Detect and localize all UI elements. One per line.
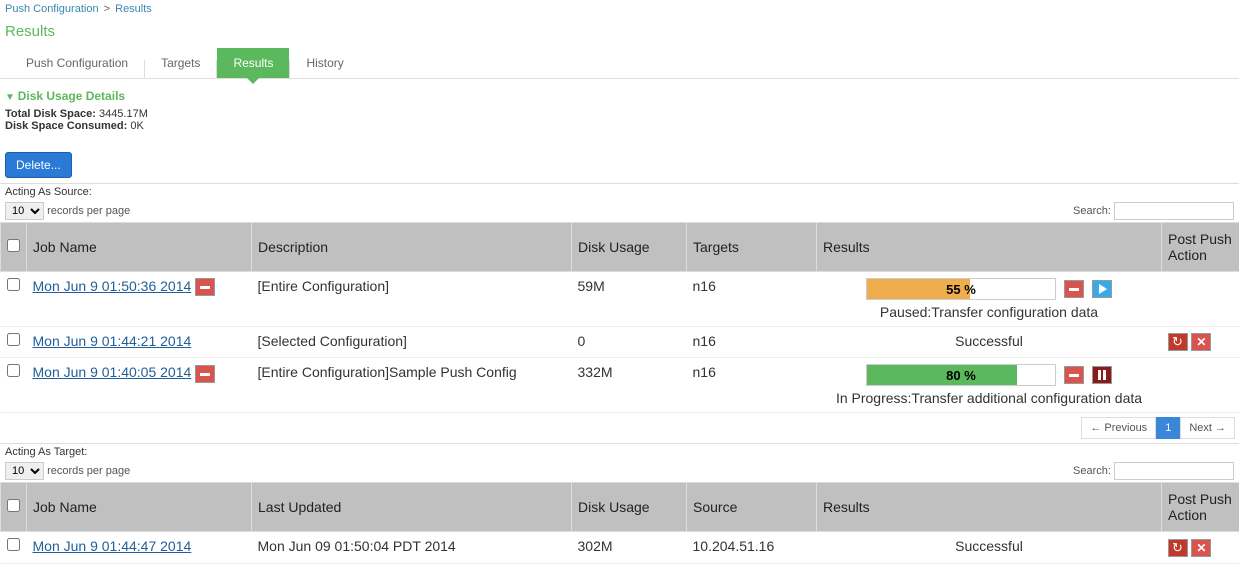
tabs: Push Configuration Targets Results Histo… — [0, 48, 1239, 79]
row-source: 10.204.51.16 — [687, 532, 817, 563]
progress-bar: 80 % — [866, 364, 1056, 386]
job-link[interactable]: Mon Jun 9 01:40:05 2014 — [33, 364, 192, 380]
refresh-icon[interactable] — [1168, 333, 1188, 351]
breadcrumb-sep: > — [104, 3, 110, 15]
table-row: Mon Jun 9 01:44:21 2014 [Selected Config… — [1, 327, 1239, 358]
row-disk-usage: 59M — [572, 272, 687, 327]
next-button[interactable]: Next → — [1180, 417, 1235, 439]
source-title: Acting As Source: — [0, 183, 1239, 200]
table-row: Mon Jun 9 01:40:05 2014 [Entire Configur… — [1, 358, 1239, 413]
progress-percent: 55 % — [867, 279, 1055, 299]
col-source[interactable]: Source — [687, 483, 817, 532]
col-results[interactable]: Results — [817, 483, 1162, 532]
progress-percent: 80 % — [867, 365, 1055, 385]
row-targets: n16 — [687, 358, 817, 413]
total-disk-label: Total Disk Space: — [5, 108, 96, 120]
col-description[interactable]: Description — [252, 223, 572, 272]
target-records-select[interactable]: 10 — [5, 462, 44, 480]
row-disk-usage: 0 — [572, 327, 687, 358]
disk-info: Total Disk Space: 3445.17M Disk Space Co… — [5, 103, 1234, 137]
row-description: [Entire Configuration] — [252, 272, 572, 327]
close-icon[interactable] — [1191, 333, 1211, 351]
consumed-disk-label: Disk Space Consumed: — [5, 120, 127, 132]
row-checkbox[interactable] — [7, 538, 20, 551]
close-icon[interactable] — [1191, 539, 1211, 557]
col-targets[interactable]: Targets — [687, 223, 817, 272]
row-description: [Entire Configuration]Sample Push Config — [252, 358, 572, 413]
col-job-name[interactable]: Job Name — [27, 223, 252, 272]
col-post-push-action[interactable]: Post Push Action — [1162, 223, 1239, 272]
table-row: Mon Jun 9 01:44:47 2014 Mon Jun 09 01:50… — [1, 532, 1239, 563]
breadcrumb: Push Configuration > Results — [0, 0, 1239, 18]
progress-status: Paused:Transfer configuration data — [823, 300, 1156, 320]
col-disk-usage[interactable]: Disk Usage — [572, 223, 687, 272]
refresh-icon[interactable] — [1168, 539, 1188, 557]
consumed-disk-value: 0K — [130, 120, 143, 132]
row-checkbox[interactable] — [7, 333, 20, 346]
source-search-label: Search: — [1073, 205, 1111, 217]
page-1[interactable]: 1 — [1156, 417, 1180, 439]
col-disk-usage[interactable]: Disk Usage — [572, 483, 687, 532]
col-results[interactable]: Results — [817, 223, 1162, 272]
source-select-all[interactable] — [7, 239, 20, 252]
row-result: Successful — [817, 532, 1162, 563]
stop-icon[interactable] — [195, 278, 215, 296]
progress-status: In Progress:Transfer additional configur… — [823, 386, 1156, 406]
play-icon[interactable] — [1092, 280, 1112, 298]
delete-button[interactable]: Delete... — [5, 152, 72, 178]
row-disk-usage: 302M — [572, 532, 687, 563]
source-records-select[interactable]: 10 — [5, 202, 44, 220]
stop-icon[interactable] — [195, 365, 215, 383]
target-search-input[interactable] — [1114, 462, 1234, 480]
target-select-all[interactable] — [7, 499, 20, 512]
row-description: [Selected Configuration] — [252, 327, 572, 358]
table-row: Mon Jun 9 01:50:36 2014 [Entire Configur… — [1, 272, 1239, 327]
col-post-push-action[interactable]: Post Push Action — [1162, 483, 1239, 532]
col-last-updated[interactable]: Last Updated — [252, 483, 572, 532]
row-checkbox[interactable] — [7, 364, 20, 377]
progress-bar: 55 % — [866, 278, 1056, 300]
stop-icon[interactable] — [1064, 366, 1084, 384]
job-link[interactable]: Mon Jun 9 01:50:36 2014 — [33, 278, 192, 294]
stop-icon[interactable] — [1064, 280, 1084, 298]
row-targets: n16 — [687, 272, 817, 327]
pause-icon[interactable] — [1092, 366, 1112, 384]
target-title: Acting As Target: — [0, 443, 1239, 460]
source-search-input[interactable] — [1114, 202, 1234, 220]
tab-push-configuration[interactable]: Push Configuration — [10, 48, 144, 78]
row-targets: n16 — [687, 327, 817, 358]
page-title: Results — [0, 18, 1239, 48]
row-disk-usage: 332M — [572, 358, 687, 413]
target-records-label: records per page — [47, 465, 130, 477]
tab-history[interactable]: History — [290, 48, 359, 78]
job-link[interactable]: Mon Jun 9 01:44:47 2014 — [33, 538, 192, 554]
source-pagination: ← Previous 1 Next → — [0, 413, 1239, 443]
job-link[interactable]: Mon Jun 9 01:44:21 2014 — [33, 333, 192, 349]
breadcrumb-link[interactable]: Push Configuration — [5, 3, 99, 15]
source-records-label: records per page — [47, 205, 130, 217]
target-table: Job Name Last Updated Disk Usage Source … — [0, 482, 1239, 563]
row-checkbox[interactable] — [7, 278, 20, 291]
source-table: Job Name Description Disk Usage Targets … — [0, 222, 1239, 413]
row-result: Successful — [817, 327, 1162, 358]
disk-usage-toggle[interactable]: Disk Usage Details — [5, 89, 1234, 103]
prev-button[interactable]: ← Previous — [1081, 417, 1156, 439]
breadcrumb-current: Results — [115, 3, 152, 15]
tab-targets[interactable]: Targets — [145, 48, 216, 78]
tab-results[interactable]: Results — [217, 48, 289, 78]
total-disk-value: 3445.17M — [99, 108, 148, 120]
col-job-name[interactable]: Job Name — [27, 483, 252, 532]
row-last-updated: Mon Jun 09 01:50:04 PDT 2014 — [252, 532, 572, 563]
target-search-label: Search: — [1073, 465, 1111, 477]
